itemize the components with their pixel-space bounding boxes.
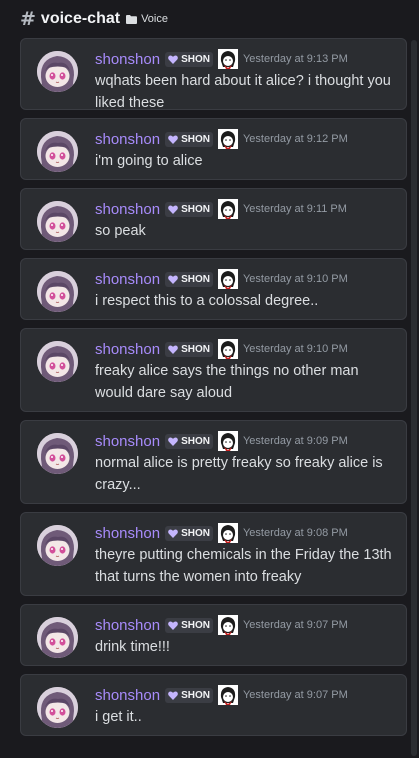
username[interactable]: shonshon (95, 341, 160, 358)
server-tag-label: SHON (181, 689, 210, 701)
timestamp[interactable]: Yesterday at 9:11 PM (243, 203, 347, 215)
message-card: shonshon SHON Yesterday at 9:13 PM wqhat… (20, 38, 407, 111)
server-tag[interactable]: SHON (165, 51, 213, 67)
message-card: shonshon SHON Yesterday at 9:07 PM drink… (20, 604, 407, 666)
timestamp[interactable]: Yesterday at 9:08 PM (243, 527, 348, 539)
timestamp[interactable]: Yesterday at 9:10 PM (243, 273, 348, 285)
avatar[interactable] (37, 525, 78, 566)
channel-hash-icon: # (20, 8, 36, 30)
avatar[interactable] (37, 131, 78, 172)
server-tag[interactable]: SHON (165, 433, 213, 449)
message-header: shonshon SHON Yesterday at 9:13 PM (95, 49, 348, 69)
avatar[interactable] (37, 271, 78, 312)
username[interactable]: shonshon (95, 617, 160, 634)
message-card: shonshon SHON Yesterday at 9:11 PM so pe… (20, 188, 407, 250)
timestamp[interactable]: Yesterday at 9:13 PM (243, 53, 348, 65)
timestamp[interactable]: Yesterday at 9:09 PM (243, 435, 348, 447)
role-icon (217, 269, 238, 289)
message-header: shonshon SHON Yesterday at 9:12 PM (95, 129, 348, 149)
role-icon (217, 129, 238, 149)
heart-icon (168, 344, 178, 354)
avatar[interactable] (37, 687, 78, 728)
message-text: so peak (95, 223, 146, 239)
timestamp[interactable]: Yesterday at 9:07 PM (243, 619, 348, 631)
server-tag-label: SHON (181, 527, 210, 539)
avatar[interactable] (37, 341, 78, 382)
server-tag[interactable]: SHON (165, 201, 213, 217)
message-feed: shonshon SHON Yesterday at 9:13 PM wqhat… (20, 38, 407, 744)
message-header: shonshon SHON Yesterday at 9:10 PM (95, 339, 348, 359)
message-header: shonshon SHON Yesterday at 9:09 PM (95, 431, 348, 451)
heart-icon (168, 528, 178, 538)
role-icon (217, 685, 238, 705)
server-tag[interactable]: SHON (165, 341, 213, 357)
role-icon (217, 523, 238, 543)
avatar[interactable] (37, 433, 78, 474)
role-icon (217, 615, 238, 635)
message-text: normal alice is pretty freaky so freaky … (95, 455, 383, 493)
message-card: shonshon SHON Yesterday at 9:10 PM freak… (20, 328, 407, 412)
message-header: shonshon SHON Yesterday at 9:11 PM (95, 199, 347, 219)
message-text: i get it.. (95, 709, 142, 725)
username[interactable]: shonshon (95, 271, 160, 288)
server-tag-label: SHON (181, 53, 210, 65)
heart-icon (168, 54, 178, 64)
username[interactable]: shonshon (95, 51, 160, 68)
heart-icon (168, 274, 178, 284)
message-card: shonshon SHON Yesterday at 9:12 PM i'm g… (20, 118, 407, 180)
message-header: shonshon SHON Yesterday at 9:07 PM (95, 615, 348, 635)
heart-icon (168, 436, 178, 446)
message-text: i respect this to a colossal degree.. (95, 293, 319, 309)
heart-icon (168, 690, 178, 700)
server-tag[interactable]: SHON (165, 525, 213, 541)
message-header: shonshon SHON Yesterday at 9:08 PM (95, 523, 348, 543)
scrollbar[interactable] (411, 40, 417, 756)
message-card: shonshon SHON Yesterday at 9:09 PM norma… (20, 420, 407, 504)
username[interactable]: shonshon (95, 525, 160, 542)
timestamp[interactable]: Yesterday at 9:10 PM (243, 343, 348, 355)
username[interactable]: shonshon (95, 433, 160, 450)
server-tag[interactable]: SHON (165, 617, 213, 633)
role-icon (217, 49, 238, 69)
timestamp[interactable]: Yesterday at 9:12 PM (243, 133, 348, 145)
role-icon (217, 431, 238, 451)
heart-icon (168, 620, 178, 630)
username[interactable]: shonshon (95, 131, 160, 148)
message-card: shonshon SHON Yesterday at 9:07 PM i get… (20, 674, 407, 736)
message-card: shonshon SHON Yesterday at 9:10 PM i res… (20, 258, 407, 320)
server-tag[interactable]: SHON (165, 131, 213, 147)
server-tag-label: SHON (181, 133, 210, 145)
server-tag[interactable]: SHON (165, 687, 213, 703)
server-tag-label: SHON (181, 273, 210, 285)
message-card: shonshon SHON Yesterday at 9:08 PM theyr… (20, 512, 407, 596)
avatar[interactable] (37, 617, 78, 658)
heart-icon (168, 204, 178, 214)
server-tag-label: SHON (181, 619, 210, 631)
timestamp[interactable]: Yesterday at 9:07 PM (243, 689, 348, 701)
role-icon (217, 339, 238, 359)
folder-icon (126, 14, 138, 24)
message-text: drink time!!! (95, 639, 170, 655)
role-icon (217, 199, 238, 219)
message-text: i'm going to alice (95, 153, 203, 169)
avatar[interactable] (37, 201, 78, 242)
username[interactable]: shonshon (95, 687, 160, 704)
message-text: theyre putting chemicals in the Friday t… (95, 547, 392, 585)
avatar[interactable] (37, 51, 78, 92)
username[interactable]: shonshon (95, 201, 160, 218)
server-tag-label: SHON (181, 343, 210, 355)
message-text: wqhats been hard about it alice? i thoug… (95, 73, 391, 111)
channel-name[interactable]: voice-chat (41, 10, 120, 28)
server-tag-label: SHON (181, 203, 210, 215)
channel-header: # voice-chat Voice (0, 0, 419, 38)
server-tag[interactable]: SHON (165, 271, 213, 287)
heart-icon (168, 134, 178, 144)
message-header: shonshon SHON Yesterday at 9:10 PM (95, 269, 348, 289)
message-header: shonshon SHON Yesterday at 9:07 PM (95, 685, 348, 705)
server-tag-label: SHON (181, 435, 210, 447)
message-text: freaky alice says the things no other ma… (95, 363, 359, 401)
channel-category[interactable]: Voice (141, 13, 168, 25)
